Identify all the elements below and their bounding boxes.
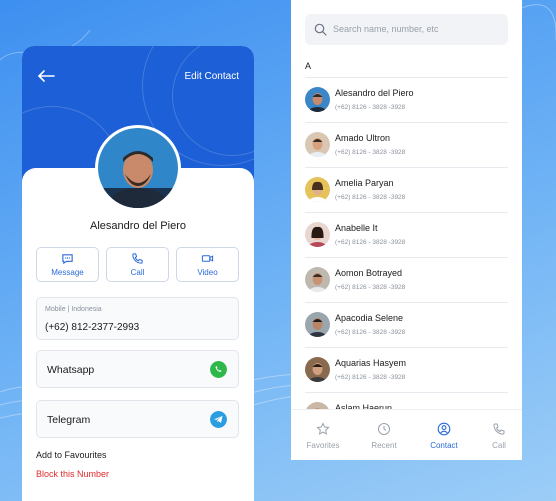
tab-label: Favorites xyxy=(306,441,340,450)
tab-label: Call xyxy=(492,441,506,450)
search-input[interactable]: Search name, number, etc xyxy=(305,14,508,45)
contact-name: Aomon Botrayed xyxy=(335,268,403,278)
contact-list-item[interactable]: Alesandro del Piero (+62) 8126 - 3828 -3… xyxy=(305,78,508,122)
star-icon xyxy=(316,422,330,435)
contact-detail-screen: Edit Contact Alesandro del Piero Message… xyxy=(22,46,254,501)
avatar xyxy=(305,177,330,202)
tab-favorites[interactable]: Favorites xyxy=(298,422,348,450)
contact-phone: (+62) 8126 - 3828 -3928 xyxy=(335,284,406,291)
section-letter: A xyxy=(305,61,312,71)
avatar xyxy=(305,267,330,292)
contact-phone: (+62) 8126 - 3828 -3928 xyxy=(335,104,406,111)
contact-list-item[interactable]: Aomon Botrayed (+62) 8126 - 3828 -3928 xyxy=(305,258,508,302)
phone-icon xyxy=(493,423,505,435)
video-label: Video xyxy=(197,268,218,277)
telegram-icon xyxy=(210,411,227,428)
edit-contact-button[interactable]: Edit Contact xyxy=(185,71,239,82)
avatar xyxy=(305,357,330,382)
message-icon xyxy=(62,254,73,265)
phone-label: Mobile | Indonesia xyxy=(45,306,102,313)
telegram-row[interactable]: Telegram xyxy=(36,400,239,438)
contact-phone: (+62) 8126 - 3828 -3928 xyxy=(335,329,406,336)
tab-call[interactable]: Call xyxy=(474,422,522,450)
search-icon xyxy=(314,23,327,36)
tab-recent[interactable]: Recent xyxy=(359,422,409,450)
call-button[interactable]: Call xyxy=(106,247,169,282)
phone-number-field[interactable]: Mobile | Indonesia (+62) 812-2377-2993 xyxy=(36,297,239,340)
contact-phone: (+62) 8126 - 3828 -3928 xyxy=(335,194,406,201)
add-to-favourites-link[interactable]: Add to Favourites xyxy=(36,450,107,460)
contact-name: Amado Ultron xyxy=(335,133,391,143)
phone-icon xyxy=(132,253,143,264)
contact-list-item[interactable]: Amelia Paryan (+62) 8126 - 3828 -3928 xyxy=(305,168,508,212)
contact-name: Aquarias Hasyem xyxy=(335,358,407,368)
call-label: Call xyxy=(130,268,145,277)
avatar xyxy=(305,87,330,112)
phone-value: (+62) 812-2377-2993 xyxy=(45,322,140,333)
video-button[interactable]: Video xyxy=(176,247,239,282)
message-label: Message xyxy=(51,268,84,277)
clock-icon xyxy=(378,423,390,435)
avatar xyxy=(305,312,330,337)
contact-name: Apacodia Selene xyxy=(335,313,404,323)
contact-name: Amelia Paryan xyxy=(335,178,394,188)
contact-list-item[interactable]: Apacodia Selene (+62) 8126 - 3828 -3928 xyxy=(305,303,508,347)
contact-phone: (+62) 8126 - 3828 -3928 xyxy=(335,374,406,381)
contact-list-item[interactable]: Aquarias Hasyem (+62) 8126 - 3828 -3928 xyxy=(305,348,508,392)
contact-list-item[interactable]: Anabelle It (+62) 8126 - 3828 -3928 xyxy=(305,213,508,257)
tab-label: Recent xyxy=(371,441,397,450)
tab-contact[interactable]: Contact xyxy=(419,422,469,450)
contact-phone: (+62) 8126 - 3828 -3928 xyxy=(335,149,406,156)
contact-phone: (+62) 8126 - 3828 -3928 xyxy=(335,239,406,246)
whatsapp-icon xyxy=(210,361,227,378)
bottom-tab-bar: Favorites Recent Contact Call xyxy=(291,409,522,460)
tab-label: Contact xyxy=(430,441,458,450)
video-icon xyxy=(201,255,214,262)
avatar xyxy=(305,132,330,157)
block-number-link[interactable]: Block this Number xyxy=(36,469,109,479)
contact-name: Anabelle It xyxy=(335,223,378,233)
contact-icon xyxy=(437,422,451,436)
search-placeholder: Search name, number, etc xyxy=(333,24,439,34)
avatar xyxy=(305,222,330,247)
contact-list-screen: Search name, number, etc A Alesandro del… xyxy=(291,0,522,460)
telegram-label: Telegram xyxy=(47,414,91,426)
contact-avatar xyxy=(95,125,181,211)
whatsapp-row[interactable]: Whatsapp xyxy=(36,350,239,388)
contact-name: Alesandro del Piero xyxy=(335,88,414,98)
message-button[interactable]: Message xyxy=(36,247,99,282)
contact-name: Alesandro del Piero xyxy=(89,220,186,232)
contact-list-item[interactable]: Amado Ultron (+62) 8126 - 3828 -3928 xyxy=(305,123,508,167)
whatsapp-label: Whatsapp xyxy=(47,364,95,376)
back-arrow-icon[interactable] xyxy=(36,68,56,84)
